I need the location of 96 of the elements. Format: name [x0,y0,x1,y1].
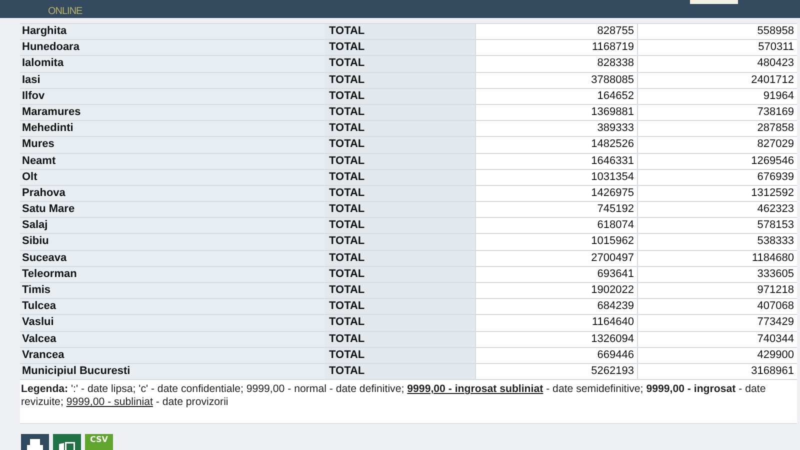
table-cell: TOTAL [325,234,475,250]
table-cell: 828755 [475,24,637,40]
table-cell: 828338 [475,56,637,72]
table-cell: TOTAL [325,299,475,314]
table-cell: TOTAL [325,250,475,266]
print-button[interactable] [21,434,49,450]
table-cell: TOTAL [325,202,475,218]
table-cell: TOTAL [325,283,475,298]
table-cell: 1369881 [475,104,637,120]
table-cell: 618074 [475,218,637,234]
table-cell: Ialomita [20,56,325,72]
table-cell: Municipiul Bucuresti [20,364,325,380]
spreadsheet-icon [59,442,75,450]
table-cell: 480423 [637,56,797,72]
table-cell: 1015962 [475,234,637,250]
table-cell: Suceava [20,250,325,266]
table-cell: 407068 [637,299,797,314]
table-cell: 558958 [637,24,797,40]
table-cell: 5262193 [475,364,637,380]
table-cell: Mures [20,137,325,152]
csv-button[interactable]: CSV [85,434,113,450]
table-cell: 2700497 [475,250,637,266]
table-cell: TOTAL [325,88,475,104]
table-cell: Vrancea [20,348,325,363]
table-cell: 827029 [637,137,797,152]
table-cell: Olt [20,170,325,185]
table-cell: TOTAL [325,154,475,169]
table-cell: Valcea [20,332,325,347]
table-cell: 669446 [475,348,637,363]
table-cell: 773429 [637,315,797,331]
table-cell: 578153 [637,218,797,234]
table-cell: 1312592 [637,186,797,202]
header-image [690,0,738,4]
logo-text[interactable]: ONLINE [48,7,82,17]
table-cell: 693641 [475,266,637,282]
table-cell: Prahova [20,186,325,202]
table-cell: Harghita [20,24,325,40]
table-cell: 745192 [475,202,637,218]
table-cell: 676939 [637,170,797,185]
table-cell: 429900 [637,348,797,363]
table-cell: Iasi [20,72,325,88]
table-cell: 1426975 [475,186,637,202]
table-cell: 287858 [637,121,797,136]
table-cell: 1326094 [475,332,637,347]
table-cell: TOTAL [325,332,475,347]
table-cell: TOTAL [325,266,475,282]
table-cell: TOTAL [325,24,475,40]
legend-text: Legenda: ':' - date lipsa; 'c' - date confidentiale; 9999,00 - normal - date definitive; 9999,00 - ingrosat subliniat - date semidefinitive; 9999,00 - ingrosat - date revizuite; 9999,00 - subliniat - date provizorii [21,383,767,410]
table-cell: Mehedinti [20,121,325,136]
table-cell: 1902022 [475,283,637,298]
table-cell: 91964 [637,88,797,104]
table-cell: Timis [20,283,325,298]
table-cell: Neamt [20,154,325,169]
table-cell: 738169 [637,104,797,120]
table-cell: TOTAL [325,348,475,363]
table-cell: 3168961 [637,364,797,380]
table-cell: Vaslui [20,315,325,331]
table-cell: TOTAL [325,121,475,136]
table-cell: 740344 [637,332,797,347]
table-cell: 1168719 [475,40,637,56]
table-cell: Teleorman [20,266,325,282]
table-cell: Tulcea [20,299,325,314]
table-cell: Hunedoara [20,40,325,56]
table-cell: 1482526 [475,137,637,152]
table-cell: TOTAL [325,364,475,380]
table-cell: TOTAL [325,72,475,88]
table-cell: 1031354 [475,170,637,185]
table-cell: TOTAL [325,315,475,331]
table-cell: 164652 [475,88,637,104]
table-cell: 2401712 [637,72,797,88]
table-cell: 462323 [637,202,797,218]
table-cell: Maramures [20,104,325,120]
table-cell: 684239 [475,299,637,314]
table-cell: Salaj [20,218,325,234]
table-cell: 538333 [637,234,797,250]
excel-button[interactable] [53,434,81,450]
printer-icon [27,439,43,450]
table-cell: 1164640 [475,315,637,331]
table-cell: 389333 [475,121,637,136]
table-cell: 1646331 [475,154,637,169]
table-cell: 1269546 [637,154,797,169]
table-cell: Ilfov [20,88,325,104]
table-cell: Sibiu [20,234,325,250]
table-cell: 333605 [637,266,797,282]
table-cell: TOTAL [325,218,475,234]
table-cell: TOTAL [325,40,475,56]
table-cell: 3788085 [475,72,637,88]
table-cell: TOTAL [325,170,475,185]
table-cell: TOTAL [325,186,475,202]
table-cell: TOTAL [325,137,475,152]
table-cell: Satu Mare [20,202,325,218]
table-cell: 1184680 [637,250,797,266]
table-cell: TOTAL [325,56,475,72]
table-cell: TOTAL [325,104,475,120]
table-cell: 971218 [637,283,797,298]
table-cell: 570311 [637,40,797,56]
